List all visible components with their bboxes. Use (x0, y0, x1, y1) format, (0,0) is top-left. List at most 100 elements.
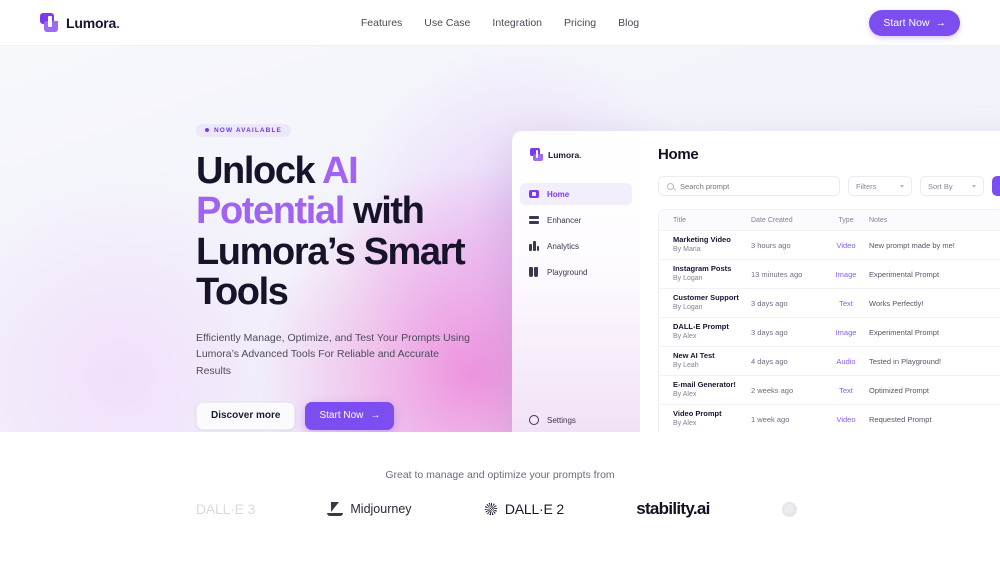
lumora-logo-icon (40, 13, 59, 32)
headline-line1-b: AI (322, 150, 359, 192)
chevron-down-icon (900, 184, 904, 188)
partner-label: stability.ai (636, 499, 710, 518)
app-toolbar: Filters Sort By + Add (658, 176, 1000, 196)
navbar-start-now-button[interactable]: Start Now → (869, 9, 960, 36)
table-row[interactable]: Marketing Video By Maria 3 hours ago Vide… (659, 231, 1000, 260)
sidebar-item-analytics[interactable]: Analytics (520, 235, 632, 257)
row-type: Text (839, 385, 853, 395)
row-date: 13 minutes ago (751, 269, 803, 279)
sidebar-item-home[interactable]: Home (520, 183, 632, 205)
app-brand-logo[interactable]: Lumora. (512, 131, 640, 161)
hero-section: NOW AVAILABLE Unlock AI Potential with L… (0, 46, 1000, 432)
partners-section: Great to manage and optimize your prompt… (0, 432, 1000, 563)
table-row[interactable]: Customer Support By Logan 3 days ago Text… (659, 289, 1000, 318)
nav-link-blog[interactable]: Blog (618, 17, 639, 29)
arrow-right-icon: → (935, 16, 947, 29)
sidebar-item-playground[interactable]: Playground (520, 261, 632, 283)
row-note: Tested in Playground! (869, 356, 942, 366)
sidebar-item-label: Home (547, 189, 570, 199)
row-author: By Leah (673, 362, 699, 370)
hero-start-now-button[interactable]: Start Now → (305, 401, 395, 430)
sidebar-item-label: Analytics (547, 241, 580, 251)
table-row[interactable]: New AI Test By Leah 4 days ago Audio Test… (659, 347, 1000, 376)
settings-label: Settings (547, 415, 576, 425)
column-header-title: Title (673, 216, 686, 224)
brand-logo[interactable]: Lumora. (40, 13, 120, 32)
partner-label: DALL·E 3 (196, 501, 256, 517)
nav-link-pricing[interactable]: Pricing (564, 17, 596, 29)
sidebar-item-enhancer[interactable]: Enhancer (520, 209, 632, 231)
table-row[interactable]: Instagram Posts By Logan 13 minutes ago I… (659, 260, 1000, 289)
partner-logo-dalle2: DALL·E 2 (483, 501, 564, 517)
home-icon (529, 189, 539, 199)
sidebar-footer: Settings Logan Logan’s Team (512, 409, 640, 432)
row-author: By Maria (673, 246, 701, 254)
row-author: By Logan (673, 304, 703, 312)
search-box[interactable] (658, 176, 840, 196)
partners-logo-row: DALL·E 3 Midjourney DALL·E 2 stability.a… (0, 481, 1000, 519)
headline-line1-a: Unlock (196, 150, 323, 192)
partner-logo-stability: stability.ai (636, 499, 710, 519)
column-header-type: Type (838, 216, 854, 224)
row-note: Requested Prompt (869, 414, 932, 424)
sidebar-item-label: Playground (547, 267, 588, 277)
row-type: Image (835, 327, 857, 337)
hero-actions: Discover more Start Now → (196, 401, 496, 430)
row-title: Marketing Video (673, 235, 731, 245)
status-badge: NOW AVAILABLE (196, 123, 291, 137)
nav-links: Features Use Case Integration Pricing Bl… (361, 17, 639, 29)
app-sidebar: Lumora. Home Enhancer Analytics Playgrou… (512, 131, 640, 432)
headline-line2-a: Potential (196, 190, 345, 233)
row-type: Audio (836, 356, 856, 366)
row-type: Video (836, 240, 856, 250)
table-row[interactable]: E-mail Generator! By Alex 2 weeks ago Tex… (659, 376, 1000, 405)
row-note: Optimized Prompt (869, 385, 930, 395)
table-row[interactable]: DALL-E Prompt By Alex 3 days ago Image Ex… (659, 318, 1000, 347)
playground-icon (529, 267, 539, 277)
filters-dropdown[interactable]: Filters (848, 176, 912, 196)
analytics-icon (529, 241, 539, 251)
row-date: 3 hours ago (751, 240, 791, 250)
app-mockup: Lumora. Home Enhancer Analytics Playgrou… (512, 131, 1000, 432)
row-author: By Logan (673, 275, 703, 283)
row-title: Instagram Posts (673, 264, 732, 274)
sidebar-item-label: Enhancer (547, 215, 582, 225)
partner-logo-openai (781, 501, 804, 517)
sidebar-nav: Home Enhancer Analytics Playground (512, 183, 640, 283)
nav-link-features[interactable]: Features (361, 17, 402, 29)
search-input[interactable] (680, 181, 831, 191)
arrow-right-icon: → (370, 410, 381, 422)
app-brand-name: Lumora. (548, 149, 582, 160)
row-date: 3 days ago (751, 327, 788, 337)
nav-link-integration[interactable]: Integration (492, 17, 542, 29)
row-author: By Alex (673, 420, 697, 428)
row-title: New AI Test (673, 351, 715, 361)
row-type: Video (836, 414, 856, 424)
gear-icon (529, 415, 539, 425)
column-header-date: Date Created (751, 216, 793, 224)
prompts-table: Title Date Created Type Notes Marketing … (658, 209, 1000, 432)
partner-label: Midjourney (350, 502, 412, 516)
discover-more-button[interactable]: Discover more (196, 401, 296, 430)
row-title: E-mail Generator! (673, 380, 736, 390)
row-date: 2 weeks ago (751, 385, 794, 395)
hero-start-now-label: Start Now (319, 410, 364, 422)
headline-line3: Lumora’s Smart (196, 230, 466, 273)
partner-logo-dalle3: DALL·E 3 (196, 501, 255, 517)
table-row[interactable]: Video Prompt By Alex 1 week ago Video Req… (659, 405, 1000, 432)
row-title: Video Prompt (673, 409, 722, 419)
partner-label: DALL·E 2 (504, 501, 564, 517)
sailboat-icon (327, 502, 344, 516)
search-icon (667, 182, 674, 190)
sort-by-dropdown[interactable]: Sort By (920, 176, 984, 196)
row-note: Works Perfectly! (869, 298, 924, 308)
sidebar-item-settings[interactable]: Settings (512, 409, 640, 431)
lumora-logo-icon (530, 148, 543, 161)
headline-line2-b: with (343, 190, 425, 233)
filters-label: Filters (856, 181, 877, 191)
headline-line4: Tools (196, 270, 289, 313)
add-prompt-button[interactable]: + Add (992, 176, 1000, 196)
brand-name: Lumora. (66, 14, 120, 31)
nav-link-use-case[interactable]: Use Case (424, 17, 470, 29)
partners-caption: Great to manage and optimize your prompt… (385, 469, 615, 481)
